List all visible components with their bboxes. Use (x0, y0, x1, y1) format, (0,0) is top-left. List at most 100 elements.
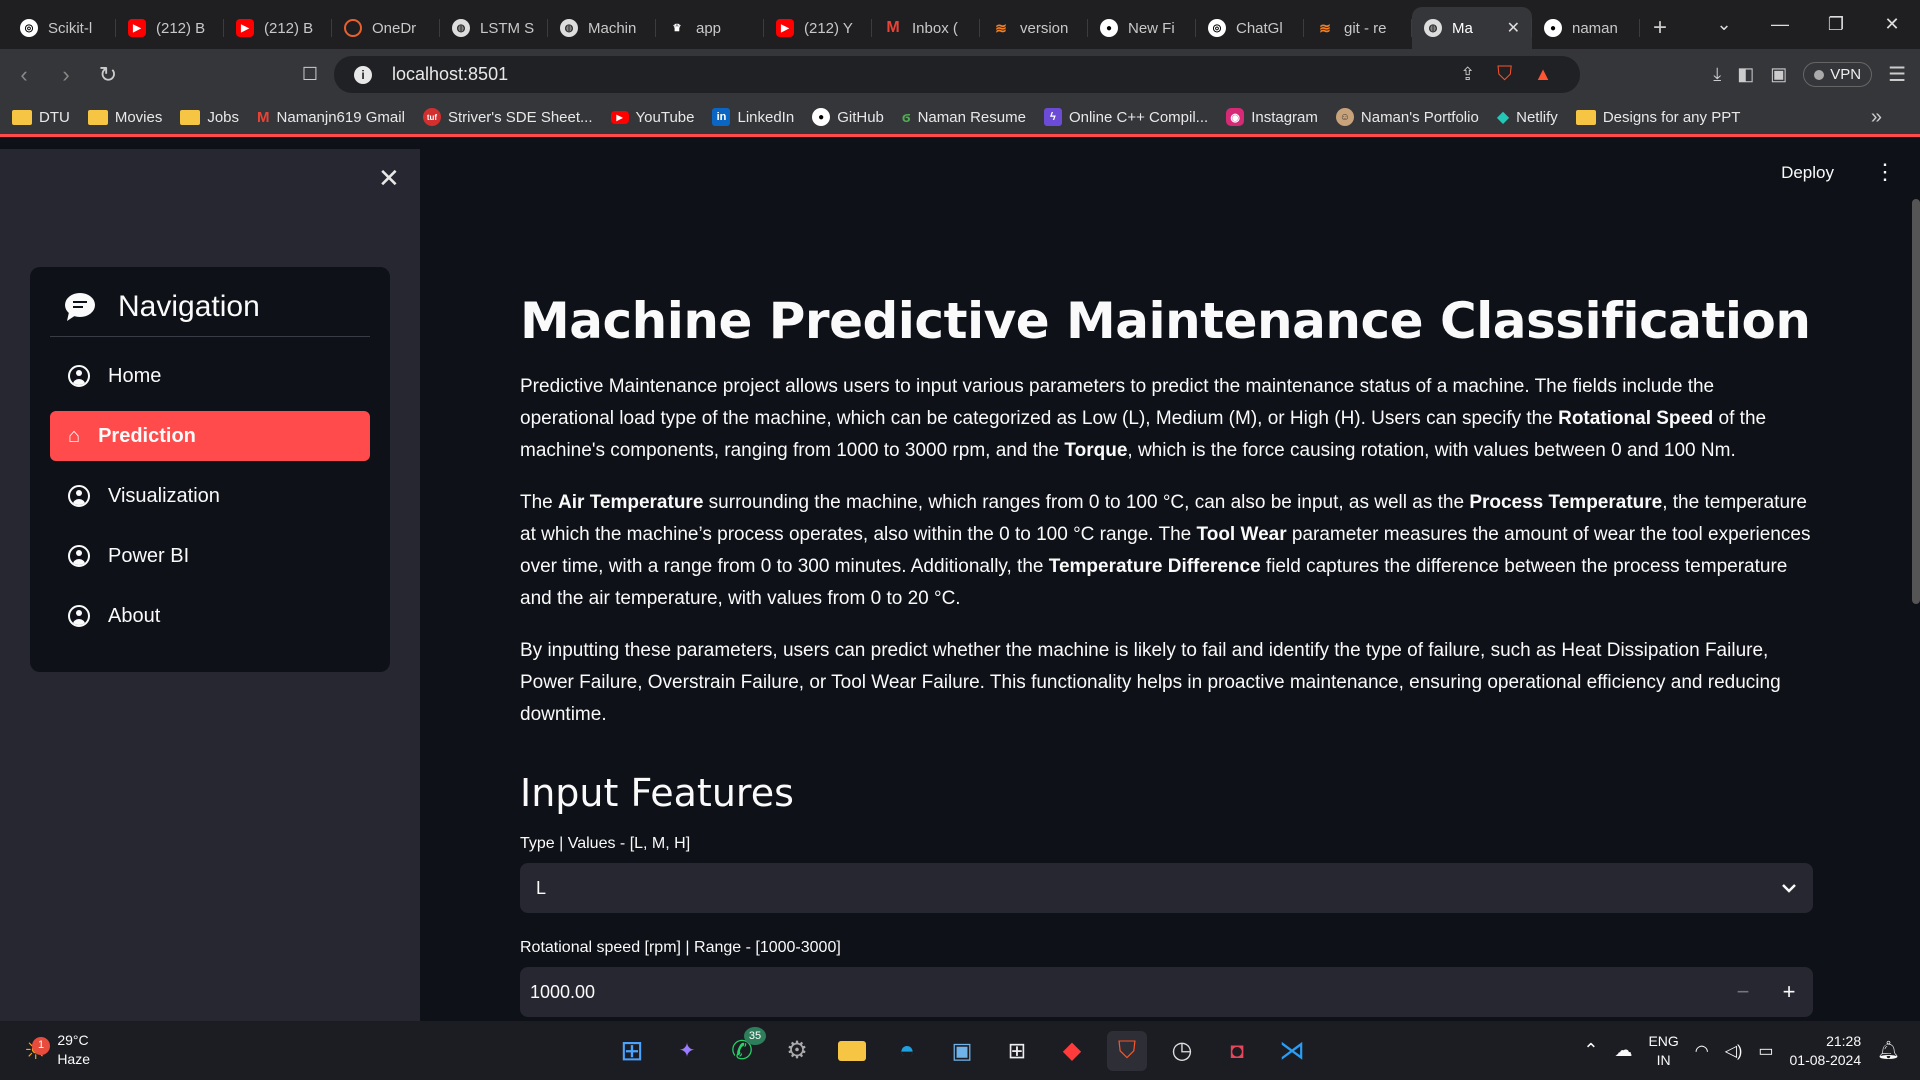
sidebar-toggle-icon[interactable]: ◧ (1737, 64, 1754, 85)
browser-tab[interactable]: ● New Fi (1088, 7, 1196, 49)
bookmark-item[interactable]: ▶ YouTube (610, 109, 694, 126)
file-explorer-icon[interactable] (832, 1031, 872, 1071)
tab-search-icon[interactable]: ⌄ (1696, 14, 1752, 35)
browser-tab[interactable]: ≋ version (980, 7, 1088, 49)
folder-icon (12, 109, 32, 125)
copilot-icon[interactable]: ✦ (667, 1031, 707, 1071)
bookmark-item[interactable]: Jobs (180, 109, 239, 126)
bookmark-item[interactable]: DTU (12, 109, 70, 126)
onedrive-icon (344, 19, 362, 37)
stackoverflow-icon: ≋ (1319, 19, 1331, 36)
more-bookmarks-icon[interactable]: » (1871, 106, 1882, 129)
nav-item-home[interactable]: Home (50, 351, 370, 401)
bookmark-item[interactable]: Designs for any PPT (1575, 109, 1740, 126)
clock[interactable]: 21:28 01-08-2024 (1790, 1032, 1862, 1070)
more-options-icon[interactable]: ⋮ (1874, 159, 1896, 185)
brave-shields-icon[interactable]: ⛉ (1497, 63, 1512, 86)
browser-tab[interactable]: M Inbox ( (872, 7, 980, 49)
type-select[interactable]: L (520, 863, 1813, 913)
browser-tab[interactable]: ▶ (212) Y (764, 7, 872, 49)
person-icon (68, 365, 90, 387)
nav-item-visualization[interactable]: Visualization (50, 471, 370, 521)
brave-rewards-icon[interactable]: ▲ (1534, 64, 1552, 85)
browser-tab[interactable]: ▶ (212) B (224, 7, 332, 49)
deploy-button[interactable]: Deploy (1781, 163, 1834, 183)
close-tab-icon[interactable]: ✕ (1507, 18, 1520, 38)
rpm-input[interactable]: 1000.00 − + (520, 967, 1813, 1017)
windows-start-icon[interactable]: ⊞ (612, 1031, 652, 1071)
vpn-button[interactable]: VPN (1803, 62, 1873, 87)
bookmark-item[interactable]: M Namanjn619 Gmail (257, 109, 405, 126)
pocket-icon[interactable]: ◘ (1217, 1031, 1257, 1071)
bookmark-item[interactable]: ◆ Netlify (1497, 107, 1558, 127)
browser-tab-active[interactable]: ◍ Ma ✕ (1412, 7, 1532, 49)
volume-icon[interactable]: ◁) (1725, 1041, 1743, 1061)
settings-icon[interactable]: ⚙ (777, 1031, 817, 1071)
browser-tab[interactable]: ◍ LSTM S (440, 7, 548, 49)
wifi-icon[interactable]: ◠ (1695, 1041, 1709, 1061)
scrollbar[interactable] (1912, 199, 1920, 604)
restore-icon[interactable]: ❐ (1808, 14, 1864, 35)
address-bar[interactable]: i localhost:8501 ⇪ ⛉ ▲ (334, 56, 1580, 93)
minimize-icon[interactable]: — (1752, 14, 1808, 35)
browser-tab[interactable]: ♛ app (656, 7, 764, 49)
clock-app-icon[interactable]: ◷ (1162, 1031, 1202, 1071)
download-icon[interactable]: ⤓ (1713, 64, 1721, 85)
person-icon (68, 485, 90, 507)
brave-icon[interactable]: ⛉ (1107, 1030, 1147, 1071)
store-icon[interactable]: ⊞ (997, 1031, 1037, 1071)
new-tab-button[interactable]: + (1640, 7, 1680, 49)
folder-icon (87, 109, 108, 125)
tuf-icon: tuf (422, 108, 441, 126)
nav-item-about[interactable]: About (50, 591, 370, 641)
browser-tab[interactable]: ◎ Scikit-l (8, 7, 116, 49)
photos-icon[interactable]: ▣ (942, 1031, 982, 1071)
nav-item-power-bi[interactable]: Power BI (50, 531, 370, 581)
browser-tab[interactable]: ◍ Machin (548, 7, 656, 49)
increment-button[interactable]: + (1769, 967, 1809, 1017)
house-icon: ⌂ (68, 424, 81, 447)
rpm-input-value: 1000.00 (530, 981, 596, 1002)
bookmark-item[interactable]: tuf Striver's SDE Sheet... (422, 108, 593, 126)
weather-widget[interactable]: ☀1 29°C Haze (24, 1031, 90, 1069)
bookmark-item[interactable]: ϟ Online C++ Compil... (1043, 108, 1208, 126)
anydesk-icon[interactable]: ◆ (1052, 1031, 1092, 1071)
chevron-up-icon[interactable]: ⌃ (1583, 1040, 1598, 1061)
bookmark-item[interactable]: ϭ Naman Resume (902, 109, 1026, 126)
browser-tab[interactable]: ▶ (212) B (116, 7, 224, 49)
share-icon[interactable]: ⇪ (1460, 64, 1475, 85)
language-indicator[interactable]: ENG IN (1648, 1032, 1678, 1070)
browser-tab[interactable]: ≋ git - re (1304, 7, 1412, 49)
whatsapp-icon[interactable]: ✆ 35 (722, 1026, 766, 1071)
nav-item-prediction[interactable]: ⌂ Prediction (50, 411, 370, 461)
wallet-icon[interactable]: ▣ (1770, 64, 1787, 85)
reload-icon[interactable]: ↻ (90, 57, 126, 93)
bookmark-item[interactable]: ● GitHub (812, 108, 884, 126)
site-info-icon[interactable]: i (354, 65, 372, 84)
decrement-button[interactable]: − (1723, 967, 1763, 1017)
close-sidebar-icon[interactable]: ✕ (378, 163, 400, 194)
bookmark-item[interactable]: in LinkedIn (712, 108, 794, 126)
youtube-icon: ▶ (610, 110, 629, 124)
weather-icon: ☀1 (24, 1036, 50, 1063)
bookmark-item[interactable]: ◉ Instagram (1226, 108, 1318, 126)
edge-icon[interactable]: ◓ (887, 1031, 927, 1071)
vscode-icon[interactable]: ⋊ (1272, 1031, 1312, 1071)
browser-tab[interactable]: OneDr (332, 7, 440, 49)
close-window-icon[interactable]: ✕ (1864, 14, 1920, 35)
bookmark-item[interactable]: Movies (87, 109, 162, 126)
browser-tab[interactable]: ● naman (1532, 7, 1640, 49)
notification-bell-icon[interactable]: 🔔︎ (1877, 1040, 1900, 1061)
bookmark-icon[interactable]: ☐ (292, 57, 328, 93)
bookmark-item[interactable]: ☺ Naman's Portfolio (1335, 108, 1479, 126)
battery-icon[interactable]: ▭ (1758, 1041, 1773, 1061)
description-paragraph: Predictive Maintenance project allows us… (520, 376, 1767, 461)
chevron-down-icon (1782, 884, 1796, 893)
onedrive-tray-icon[interactable]: ☁ (1614, 1040, 1632, 1061)
forward-icon[interactable]: › (48, 57, 84, 93)
github-icon: ● (812, 108, 831, 126)
back-icon[interactable]: ‹ (6, 57, 42, 93)
menu-icon[interactable]: ☰ (1888, 62, 1906, 87)
instagram-icon: ◉ (1226, 108, 1245, 126)
browser-tab[interactable]: ◎ ChatGl (1196, 7, 1304, 49)
